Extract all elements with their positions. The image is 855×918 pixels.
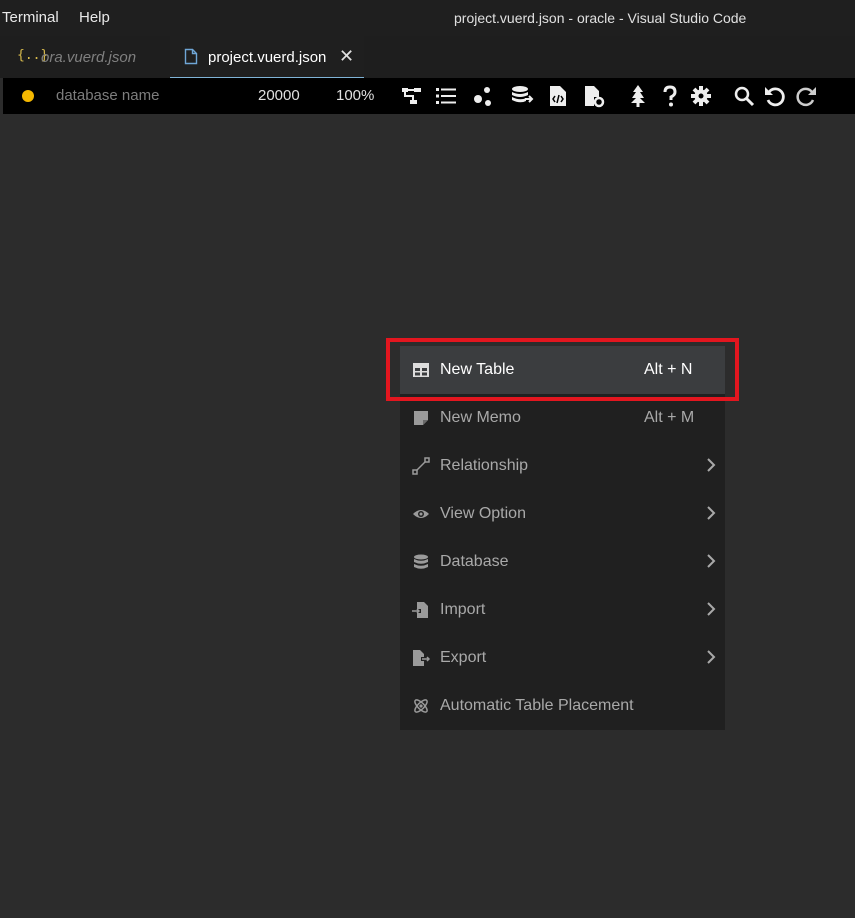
- relationship-icon: [412, 457, 430, 475]
- menu-item-view-option[interactable]: View Option: [400, 490, 725, 538]
- memo-icon: [412, 409, 430, 427]
- database-icon: [412, 553, 430, 571]
- menu-item-import[interactable]: Import: [400, 586, 725, 634]
- redo-icon[interactable]: [794, 84, 818, 108]
- file-icon: [184, 48, 198, 70]
- help-icon[interactable]: [658, 84, 682, 108]
- erd-toolbar: database name 20000 100%: [3, 78, 855, 114]
- window-title: project.vuerd.json - oracle - Visual Stu…: [454, 10, 747, 26]
- tab-label: project.vuerd.json: [208, 49, 327, 66]
- canvas-size-input[interactable]: 20000: [258, 87, 300, 104]
- tree-icon[interactable]: [626, 84, 650, 108]
- context-menu: New Table Alt + N New Memo Alt + M Relat…: [400, 346, 725, 730]
- diagram-icon[interactable]: [400, 84, 424, 108]
- database-name-input[interactable]: database name: [56, 87, 159, 104]
- eye-icon: [412, 505, 430, 523]
- atom-icon: [412, 697, 430, 715]
- menu-item-label: Import: [440, 601, 486, 618]
- menu-help[interactable]: Help: [79, 9, 110, 26]
- menu-item-label: New Memo: [440, 409, 521, 426]
- relationship-dots-icon[interactable]: [471, 84, 495, 108]
- menu-terminal[interactable]: Terminal: [2, 9, 59, 26]
- chevron-right-icon: [705, 552, 717, 570]
- menu-item-shortcut: Alt + M: [644, 409, 695, 426]
- menu-item-relationship[interactable]: Relationship: [400, 442, 725, 490]
- status-dot: [22, 90, 34, 102]
- database-export-icon[interactable]: [510, 84, 534, 108]
- menu-item-automatic-table-placement[interactable]: Automatic Table Placement: [400, 682, 725, 730]
- gear-icon[interactable]: [689, 84, 713, 108]
- file-settings-icon[interactable]: [582, 84, 606, 108]
- chevron-right-icon: [705, 648, 717, 666]
- zoom-level-input[interactable]: 100%: [336, 87, 374, 104]
- export-icon: [412, 649, 431, 667]
- tab-ora-vuerd[interactable]: {..} ora.vuerd.json: [0, 36, 170, 78]
- menu-item-label: View Option: [440, 505, 526, 522]
- menu-item-label: Automatic Table Placement: [440, 697, 634, 714]
- close-icon[interactable]: ✕: [339, 46, 354, 67]
- code-file-icon[interactable]: [546, 84, 570, 108]
- menu-item-label: Database: [440, 553, 509, 570]
- tab-project-vuerd[interactable]: project.vuerd.json ✕: [170, 36, 364, 78]
- editor-tab-bar: {..} ora.vuerd.json project.vuerd.json ✕: [0, 36, 855, 78]
- undo-icon[interactable]: [763, 84, 787, 108]
- list-icon[interactable]: [434, 84, 458, 108]
- title-bar: Terminal Help project.vuerd.json - oracl…: [0, 0, 855, 36]
- menu-item-new-memo[interactable]: New Memo Alt + M: [400, 394, 725, 442]
- search-icon[interactable]: [732, 84, 756, 108]
- import-icon: [412, 601, 430, 619]
- chevron-right-icon: [705, 600, 717, 618]
- tab-label: ora.vuerd.json: [41, 49, 137, 66]
- chevron-right-icon: [705, 456, 717, 474]
- menu-item-label: Export: [440, 649, 487, 666]
- menu-item-database[interactable]: Database: [400, 538, 725, 586]
- menu-item-export[interactable]: Export: [400, 634, 725, 682]
- chevron-right-icon: [705, 504, 717, 522]
- menu-item-label: Relationship: [440, 457, 529, 474]
- highlight-annotation: [386, 338, 739, 401]
